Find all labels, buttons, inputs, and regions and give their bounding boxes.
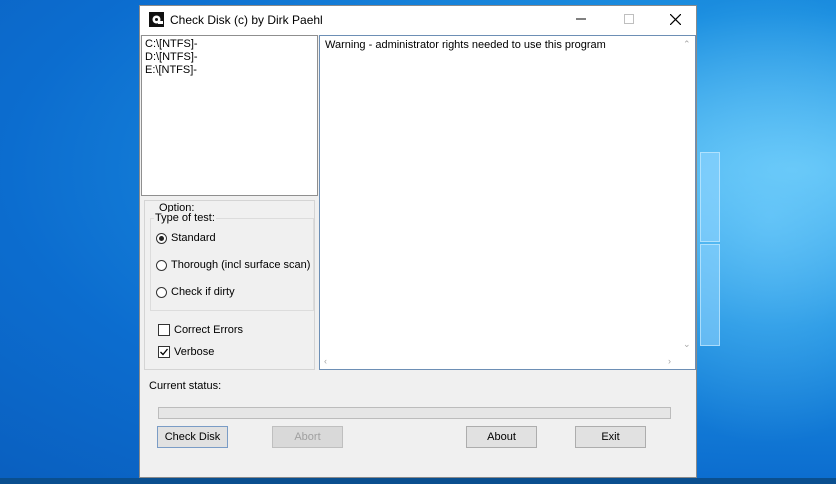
- output-textbox[interactable]: Warning - administrator rights needed to…: [319, 35, 696, 370]
- radio-label: Thorough (incl surface scan): [171, 259, 311, 271]
- checkbox[interactable]: [158, 324, 170, 336]
- scroll-right-icon[interactable]: ›: [668, 357, 671, 366]
- radio-thorough[interactable]: Thorough (incl surface scan): [156, 259, 310, 271]
- close-icon: [669, 13, 681, 28]
- drive-item[interactable]: E:\[NTFS]-: [145, 64, 314, 77]
- radio-button[interactable]: [156, 259, 167, 271]
- minimize-button[interactable]: [558, 6, 604, 35]
- checkbox-label: Correct Errors: [174, 324, 244, 336]
- window-title: Check Disk (c) by Dirk Paehl: [170, 13, 323, 27]
- drive-item[interactable]: D:\[NTFS]-: [145, 51, 314, 64]
- checkbox-label: Verbose: [174, 346, 215, 358]
- radio-button[interactable]: [156, 232, 167, 244]
- abort-button[interactable]: Abort: [272, 426, 343, 448]
- drive-item[interactable]: C:\[NTFS]-: [145, 38, 314, 51]
- taskbar: [0, 478, 836, 484]
- test-type-group: Type of test: Standard Thorough (incl su…: [150, 212, 314, 311]
- checkmark-icon: [160, 348, 169, 356]
- vertical-scrollbar[interactable]: ⌃ ⌄: [680, 36, 695, 354]
- radio-check-if-dirty[interactable]: Check if dirty: [156, 286, 235, 298]
- checkbox-verbose[interactable]: Verbose: [158, 346, 214, 358]
- drive-list[interactable]: C:\[NTFS]- D:\[NTFS]- E:\[NTFS]-: [141, 35, 318, 196]
- check-disk-window: Check Disk (c) by Dirk Paehl C:\[NTFS]- …: [139, 5, 697, 478]
- checkbox[interactable]: [158, 346, 170, 358]
- checkbox-correct-errors[interactable]: Correct Errors: [158, 324, 243, 336]
- output-message: Warning - administrator rights needed to…: [325, 39, 606, 51]
- minimize-icon: [576, 14, 586, 27]
- progress-bar: [158, 407, 671, 419]
- scroll-up-icon[interactable]: ⌃: [683, 40, 691, 49]
- exit-button[interactable]: Exit: [575, 426, 646, 448]
- scroll-left-icon[interactable]: ‹: [324, 357, 327, 366]
- about-button[interactable]: About: [466, 426, 537, 448]
- radio-button[interactable]: [156, 286, 167, 298]
- option-group: Option: Type of test: Standard Thorough …: [144, 200, 315, 370]
- radio-label: Check if dirty: [171, 286, 235, 298]
- current-status-label: Current status:: [149, 380, 222, 392]
- windows-logo-pane-top: [700, 152, 720, 242]
- radio-label: Standard: [171, 232, 216, 244]
- app-icon: [149, 12, 164, 27]
- maximize-icon: [624, 14, 634, 27]
- title-bar[interactable]: Check Disk (c) by Dirk Paehl: [140, 6, 696, 35]
- scroll-down-icon[interactable]: ⌄: [683, 340, 691, 349]
- test-type-label: Type of test:: [154, 212, 216, 224]
- radio-standard[interactable]: Standard: [156, 232, 216, 244]
- horizontal-scrollbar[interactable]: ‹ ›: [320, 354, 680, 369]
- windows-logo-pane-bottom: [700, 244, 720, 346]
- check-disk-button[interactable]: Check Disk: [157, 426, 228, 448]
- close-button[interactable]: [652, 6, 698, 35]
- maximize-button[interactable]: [606, 6, 652, 35]
